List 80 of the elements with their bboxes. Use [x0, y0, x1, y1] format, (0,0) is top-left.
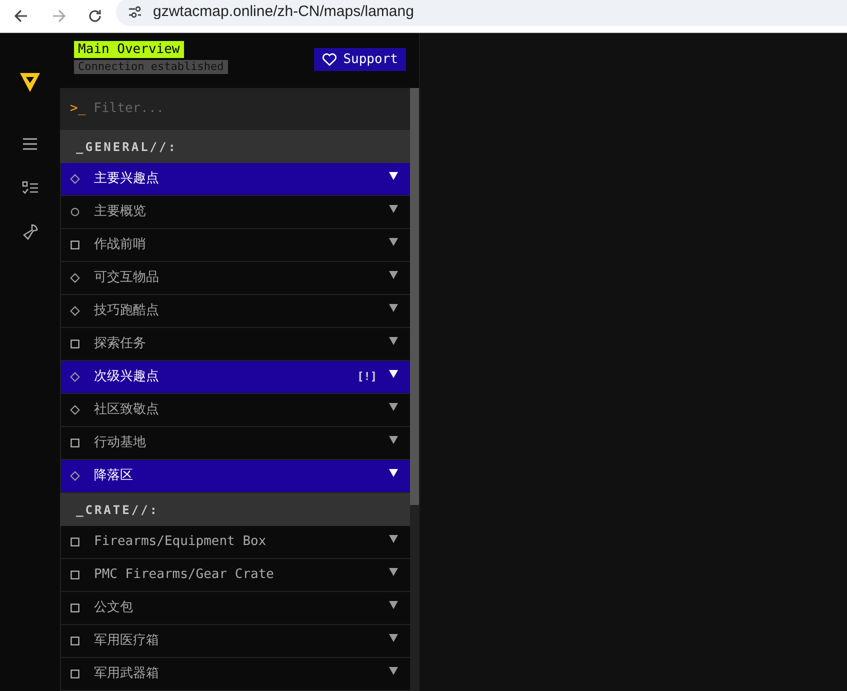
layer-row[interactable]: PMC Firearms/Gear Crate	[60, 559, 410, 592]
caret-icon[interactable]	[389, 304, 398, 312]
support-button[interactable]: Support	[314, 48, 406, 71]
circle-icon	[70, 207, 80, 217]
back-icon[interactable]	[14, 9, 28, 23]
layer-label: PMC Firearms/Gear Crate	[94, 566, 276, 584]
heart-icon	[322, 53, 338, 66]
layer-row[interactable]: 主要兴趣点	[60, 163, 410, 196]
layer-label: 社区致敬点	[94, 401, 160, 420]
logo-icon[interactable]	[19, 71, 41, 93]
caret-icon[interactable]	[389, 436, 398, 444]
site-settings-icon[interactable]	[128, 6, 142, 18]
layer-label: 主要概览	[94, 203, 147, 222]
layer-label: 降落区	[94, 467, 134, 486]
layer-row[interactable]: 公文包	[60, 592, 410, 625]
square-icon	[70, 669, 80, 679]
layer-label: Firearms/Equipment Box	[94, 533, 268, 552]
reload-icon[interactable]	[88, 9, 102, 23]
filter-input[interactable]: Filter...	[94, 99, 354, 119]
layer-row[interactable]: 社区致敬点	[60, 394, 410, 427]
layer-label: 次级兴趣点	[94, 368, 160, 386]
square-icon	[70, 537, 80, 547]
panel-title: Main Overview	[74, 41, 184, 58]
address-bar[interactable]: gzwtacmap.online/zh-CN/maps/lamang	[116, 0, 847, 26]
caret-icon[interactable]	[389, 568, 398, 576]
caret-icon[interactable]	[389, 337, 398, 345]
layer-row[interactable]: 军用医疗箱	[60, 625, 410, 658]
layer-label: 军用武器箱	[94, 665, 160, 684]
layer-row[interactable]: 次级兴趣点 [!]	[60, 361, 410, 394]
layer-label: 探索任务	[94, 335, 147, 354]
layer-row[interactable]: 军用武器箱	[60, 658, 410, 691]
caret-icon[interactable]	[389, 205, 398, 213]
square-icon	[70, 240, 80, 250]
layer-row[interactable]: 作战前哨	[60, 229, 410, 262]
diamond-icon	[70, 471, 80, 481]
checklist-icon[interactable]	[22, 181, 38, 195]
caret-icon[interactable]	[389, 469, 398, 477]
caret-icon[interactable]	[389, 238, 398, 246]
alert-label: [!]	[357, 368, 377, 385]
layer-label: 行动基地	[94, 434, 147, 452]
layer-label: 军用医疗箱	[94, 632, 160, 650]
caret-icon[interactable]	[389, 667, 398, 675]
layer-row[interactable]: Firearms/Equipment Box	[60, 526, 410, 559]
connection-status: Connection established	[74, 60, 228, 74]
caret-icon[interactable]	[389, 634, 398, 642]
layer-label: 作战前哨	[94, 236, 147, 254]
caret-icon[interactable]	[389, 172, 398, 180]
layer-label: 主要兴趣点	[94, 170, 160, 188]
section-header: _CRATE//:	[60, 493, 410, 526]
layer-label: 公文包	[94, 599, 134, 618]
filter-field[interactable]: >_ Filter...	[60, 88, 410, 130]
scrollbar[interactable]	[410, 88, 419, 691]
url-text: gzwtacmap.online/zh-CN/maps/lamang	[153, 2, 414, 22]
layer-label: 可交互物品	[94, 269, 160, 288]
caret-icon[interactable]	[389, 370, 398, 378]
square-icon	[70, 603, 80, 613]
section-header: _GENERAL//:	[60, 130, 410, 163]
caret-icon[interactable]	[389, 601, 398, 609]
caret-icon[interactable]	[389, 535, 398, 543]
layer-row[interactable]: 降落区	[60, 460, 410, 493]
prompt-icon: >_	[70, 99, 86, 119]
caret-icon[interactable]	[389, 403, 398, 411]
layer-row[interactable]: 主要概览	[60, 196, 410, 229]
square-icon	[70, 570, 80, 580]
layer-row[interactable]: 可交互物品	[60, 262, 410, 295]
menu-icon[interactable]	[23, 138, 37, 150]
square-icon	[70, 438, 80, 448]
diamond-icon	[70, 174, 80, 184]
diamond-icon	[70, 372, 80, 382]
layer-row[interactable]: 行动基地	[60, 427, 410, 460]
layer-label: 技巧跑酷点	[94, 302, 160, 320]
square-icon	[70, 339, 80, 349]
caret-icon[interactable]	[389, 271, 398, 279]
layer-row[interactable]: 技巧跑酷点	[60, 295, 410, 328]
wrench-icon[interactable]	[22, 224, 38, 240]
layer-row[interactable]: 探索任务	[60, 328, 410, 361]
square-icon	[70, 636, 80, 646]
diamond-icon	[70, 306, 80, 316]
diamond-icon	[70, 273, 80, 283]
diamond-icon	[70, 405, 80, 415]
